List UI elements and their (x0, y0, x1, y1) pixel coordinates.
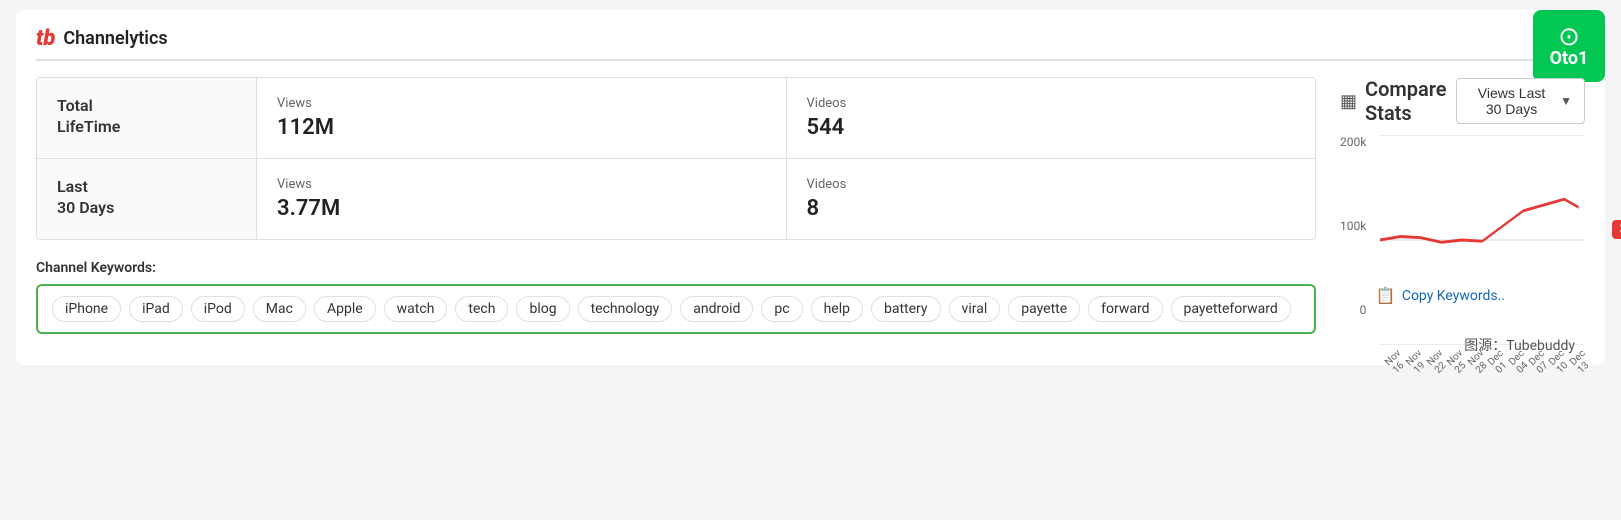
keyword-tag: viral (949, 296, 1001, 322)
total-views-label: Views (277, 96, 766, 111)
compare-header: ▦ Compare Stats Views Last 30 Days ▼ (1340, 77, 1585, 125)
chart-legend: You 0 Them 3.77M (1612, 155, 1621, 239)
copy-keywords-label: Copy Keywords.. (1402, 288, 1505, 304)
main-container: ⊙ Oto1 tb Channelytics TotalLifeTime Vie… (16, 10, 1605, 365)
copy-keywords-button[interactable]: 📋 Copy Keywords.. (1376, 286, 1505, 305)
last30-views-value: 3.77M (277, 196, 766, 221)
copy-icon: 📋 (1376, 286, 1396, 305)
logo-icon: tb (36, 26, 55, 51)
keyword-tag: iPad (129, 296, 183, 322)
total-lifetime-views-cell: Views 112M (257, 78, 787, 158)
y-label-100k: 100k (1340, 219, 1366, 233)
legend-them: Them 3.77M (1612, 203, 1621, 239)
legend-them-value: 3.77M (1612, 220, 1621, 239)
source-label: 图源：Tubebuddy (1464, 335, 1575, 355)
total-lifetime-title: TotalLifeTime (57, 96, 236, 138)
total-views-value: 112M (277, 115, 766, 140)
keyword-tag: android (680, 296, 753, 322)
app-header: tb Channelytics (36, 26, 1585, 61)
keyword-tag: forward (1088, 296, 1162, 322)
keyword-tag: tech (455, 296, 508, 322)
chart-container: Nov 16Nov 19Nov 22Nov 25Nov 28Dec 01Dec … (1380, 135, 1585, 345)
keyword-tag: Mac (253, 296, 306, 322)
keyword-tag: payette (1008, 296, 1080, 322)
keyword-tag: technology (578, 296, 673, 322)
views-dropdown[interactable]: Views Last 30 Days ▼ (1456, 78, 1585, 124)
total-lifetime-label-cell: TotalLifeTime (37, 78, 257, 158)
last30-title: Last30 Days (57, 177, 236, 219)
last30-videos-label: Videos (807, 177, 1296, 192)
dropdown-label: Views Last 30 Days (1469, 85, 1554, 117)
x-axis: Nov 16Nov 19Nov 22Nov 25Nov 28Dec 01Dec … (1380, 353, 1585, 375)
total-videos-label: Videos (807, 96, 1296, 111)
oto1-icon: ⊙ (1558, 24, 1580, 50)
keywords-section: Channel Keywords: iPhone iPad iPod Mac Apple… (36, 260, 1316, 334)
y-axis: 200k 100k 0 (1340, 135, 1370, 345)
last30-videos-cell: Videos 8 (787, 159, 1316, 239)
y-label-200k: 200k (1340, 135, 1366, 149)
compare-title: Compare Stats (1365, 77, 1456, 125)
total-videos-value: 544 (807, 115, 1296, 140)
chart-wrapper: Nov 16Nov 19Nov 22Nov 25Nov 28Dec 01Dec … (1380, 135, 1585, 345)
chart-svg (1380, 135, 1585, 345)
keywords-heading: Channel Keywords: (36, 260, 1316, 276)
last30-videos-value: 8 (807, 196, 1296, 221)
stats-section: TotalLifeTime Views 112M Videos 544 Last… (36, 77, 1316, 345)
keyword-tag: blog (516, 296, 569, 322)
bar-chart-icon: ▦ (1340, 91, 1357, 112)
keywords-box: iPhone iPad iPod Mac Apple watch tech blog techn… (36, 284, 1316, 334)
keyword-tag: watch (384, 296, 448, 322)
last30-label-cell: Last30 Days (37, 159, 257, 239)
legend-you: You 0 (1612, 155, 1621, 191)
last30-views-cell: Views 3.77M (257, 159, 787, 239)
chevron-down-icon: ▼ (1560, 94, 1572, 108)
stats-row-total: TotalLifeTime Views 112M Videos 544 (37, 78, 1315, 159)
stats-row-last30: Last30 Days Views 3.77M Videos 8 (37, 159, 1315, 239)
oto1-label: Oto1 (1550, 50, 1589, 68)
keyword-tag: Apple (314, 296, 376, 322)
stats-table: TotalLifeTime Views 112M Videos 544 Last… (36, 77, 1316, 240)
keyword-tag: battery (871, 296, 941, 322)
keyword-tag: payetteforward (1171, 296, 1291, 322)
y-label-0: 0 (1340, 303, 1366, 317)
app-title: Channelytics (63, 28, 167, 49)
keyword-tag: help (811, 296, 863, 322)
keyword-tag: iPod (191, 296, 245, 322)
keyword-tag: pc (761, 296, 802, 322)
chart-area-wrapper: 200k 100k 0 (1340, 135, 1585, 345)
oto1-badge: ⊙ Oto1 (1533, 10, 1605, 82)
content-row: TotalLifeTime Views 112M Videos 544 Last… (36, 77, 1585, 345)
total-lifetime-videos-cell: Videos 544 (787, 78, 1316, 158)
last30-views-label: Views (277, 177, 766, 192)
compare-title-group: ▦ Compare Stats (1340, 77, 1456, 125)
keyword-tag: iPhone (52, 296, 121, 322)
